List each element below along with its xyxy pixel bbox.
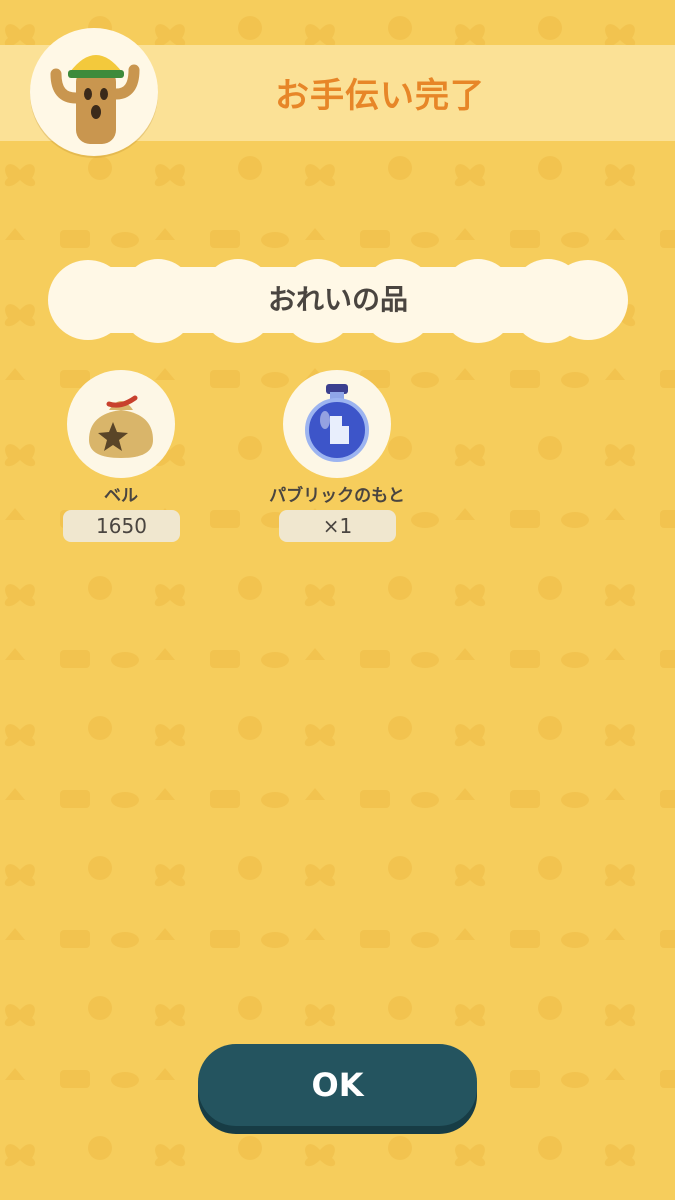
public-essence-bottle-icon (305, 384, 369, 462)
reward-item-quantity: 1650 (63, 510, 180, 542)
reward-item-quantity: ×1 (279, 510, 396, 542)
bell-bag-icon (89, 395, 153, 458)
reward-item-essence-icon-frame (283, 370, 391, 478)
reward-item-name: ベル (104, 486, 138, 506)
reward-item-bells-icon-frame (67, 370, 175, 478)
background-pattern (0, 0, 675, 1200)
ok-button[interactable]: OK (198, 1044, 477, 1126)
villager-avatar (30, 28, 158, 156)
reward-item-name: パブリックのもと (269, 486, 405, 506)
rewards-heading: おれいの品 (267, 283, 408, 316)
page-title: お手伝い完了 (275, 76, 485, 116)
cactus-villager-helmet-icon (50, 55, 140, 144)
